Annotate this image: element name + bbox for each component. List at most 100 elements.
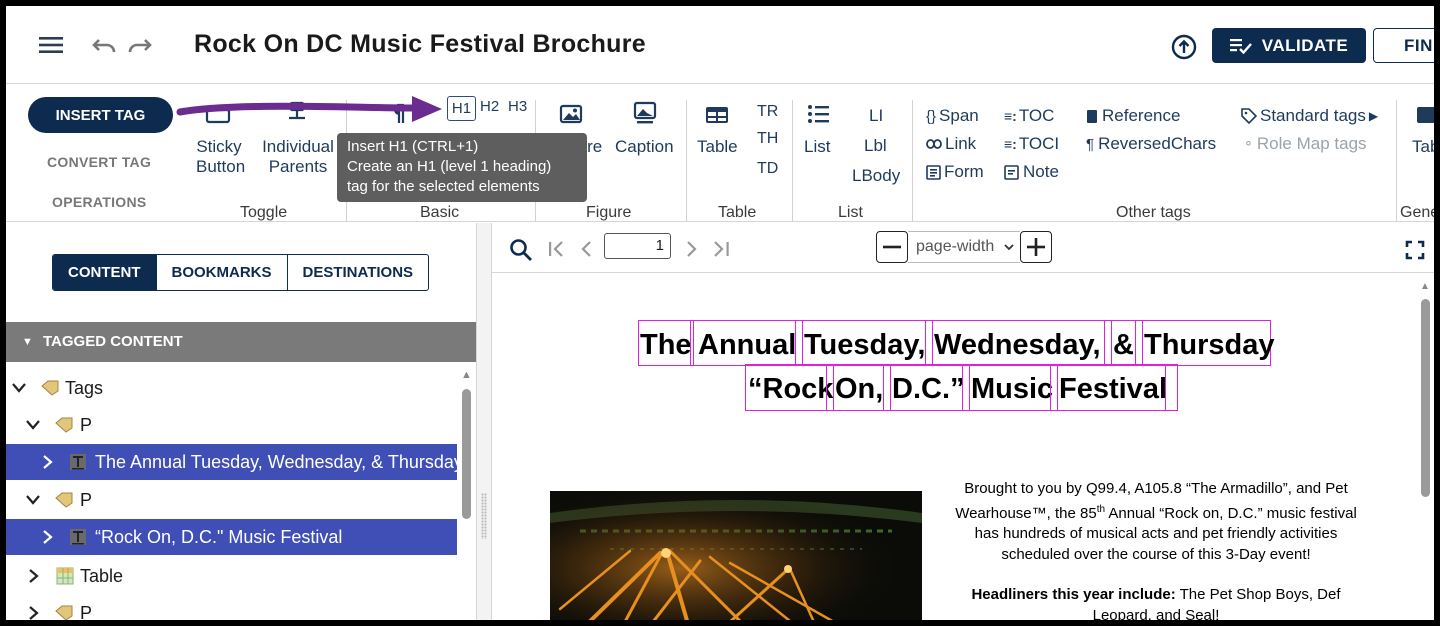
tree-scrollbar[interactable] xyxy=(462,389,471,519)
insert-h2-button[interactable]: H2 xyxy=(480,98,499,115)
tab-bookmarks[interactable]: BOOKMARKS xyxy=(155,255,287,290)
tree-row-table[interactable]: Table xyxy=(6,558,457,594)
tree-label: Tags xyxy=(65,377,104,398)
note-button[interactable]: Note xyxy=(1004,162,1059,182)
last-page-icon[interactable] xyxy=(710,237,732,261)
redo-icon[interactable] xyxy=(124,33,154,57)
toci-button[interactable]: ≡: TOCI xyxy=(1004,134,1059,154)
role-map-icon: ⚬ xyxy=(1243,136,1254,151)
reference-label: Reference xyxy=(1102,106,1181,125)
chevron-right-icon[interactable] xyxy=(43,455,53,469)
operations-tab[interactable]: OPERATIONS xyxy=(52,194,147,210)
heading-word: Tuesday, xyxy=(804,329,926,361)
scroll-up-icon[interactable]: ▲ xyxy=(1420,281,1430,292)
list-button[interactable]: List xyxy=(804,137,830,157)
tree-row-tags[interactable]: Tags xyxy=(6,370,457,406)
tab-destinations[interactable]: DESTINATIONS xyxy=(286,255,429,290)
heading-word: The xyxy=(640,329,692,361)
heading-word: Wednesday, xyxy=(934,329,1101,361)
minus-icon xyxy=(883,245,901,249)
convert-tag-tab[interactable]: CONVERT TAG xyxy=(47,154,151,170)
tab-content[interactable]: CONTENT xyxy=(53,255,156,290)
tr-button[interactable]: TR xyxy=(757,103,778,121)
upload-icon[interactable] xyxy=(1170,33,1198,61)
heading-word: On, xyxy=(835,373,884,405)
zoom-out-button[interactable] xyxy=(876,231,908,263)
tab-button[interactable]: Tab xyxy=(1412,137,1434,157)
next-page-icon[interactable] xyxy=(682,237,702,261)
page-number-input[interactable]: 1 xyxy=(604,233,671,259)
chevron-right-icon[interactable] xyxy=(29,606,39,620)
caption-button[interactable]: Caption xyxy=(615,137,674,157)
ordinal-suffix: th xyxy=(1096,503,1106,515)
table-button[interactable]: Table xyxy=(697,137,738,157)
word-separator-box xyxy=(1165,364,1178,411)
prev-page-icon[interactable] xyxy=(576,237,596,261)
zoom-in-button[interactable] xyxy=(1020,231,1052,263)
chevron-right-icon[interactable] xyxy=(29,569,39,583)
link-button[interactable]: Link xyxy=(926,134,976,154)
tree-row-text-selected[interactable]: The Annual Tuesday, Wednesday, & Thursda… xyxy=(6,444,457,480)
standard-tags-menu[interactable]: Standard tags ▶ xyxy=(1241,106,1378,126)
role-map-tags-menu[interactable]: ⚬ Role Map tags xyxy=(1243,134,1367,154)
role-map-label: Role Map tags xyxy=(1256,134,1367,153)
chevron-down-icon[interactable] xyxy=(26,495,40,505)
tagged-content-header[interactable]: ▼ TAGGED CONTENT xyxy=(6,322,476,362)
zoom-select[interactable]: page-width xyxy=(908,231,1020,263)
menu-icon[interactable] xyxy=(36,33,66,57)
lbl-button[interactable]: Lbl xyxy=(864,136,887,156)
word-separator-box xyxy=(962,364,970,411)
td-button[interactable]: TD xyxy=(757,160,778,178)
tree-row-text-selected[interactable]: “Rock On, D.C." Music Festival xyxy=(6,519,457,555)
word-separator-box xyxy=(1050,364,1058,411)
document-viewer: 1 page-width The Annual Tuesday, Wednesd… xyxy=(492,223,1434,620)
find-button[interactable]: FIND xyxy=(1373,28,1434,63)
reference-button[interactable]: Reference xyxy=(1086,106,1180,126)
ribbon-separator xyxy=(792,100,793,222)
tree-row-p[interactable]: P xyxy=(6,407,457,443)
viewer-scrollbar[interactable] xyxy=(1421,299,1430,497)
insert-tag-button[interactable]: INSERT TAG xyxy=(28,97,173,133)
toc-button[interactable]: ≡: TOC xyxy=(1004,106,1054,126)
reversedchars-button[interactable]: ¶ ReversedChars xyxy=(1086,134,1216,154)
reversedchars-label: ReversedChars xyxy=(1098,134,1217,153)
h1-tooltip: Insert H1 (CTRL+1) Create an H1 (level 1… xyxy=(337,133,587,202)
chevron-down-icon[interactable] xyxy=(12,383,26,393)
headliners-label: Headliners this year include: xyxy=(971,586,1176,603)
heading-word: Annual xyxy=(698,329,797,361)
zoom-value: page-width xyxy=(916,238,995,255)
search-icon[interactable] xyxy=(508,237,534,263)
panel-tabs: CONTENT BOOKMARKS DESTINATIONS xyxy=(52,254,430,291)
scroll-up-icon[interactable]: ▲ xyxy=(461,369,472,381)
heading-word: Festival xyxy=(1059,373,1167,405)
panel-resize-handle[interactable] xyxy=(476,223,492,620)
undo-icon[interactable] xyxy=(90,33,120,57)
toc-label: TOC xyxy=(1018,106,1055,125)
individual-parents-toggle[interactable]: Individual Parents xyxy=(258,137,338,177)
li-button[interactable]: LI xyxy=(869,106,883,126)
insert-h3-button[interactable]: H3 xyxy=(508,98,527,115)
first-page-icon[interactable] xyxy=(546,237,568,261)
form-button[interactable]: Form xyxy=(926,162,984,182)
plus-icon xyxy=(1027,238,1045,256)
tree-row-p[interactable]: P xyxy=(6,482,457,518)
th-button[interactable]: TH xyxy=(757,130,778,148)
span-button[interactable]: {} Span xyxy=(926,106,979,126)
insert-h1-button[interactable]: H1 xyxy=(447,96,476,121)
chevron-down-icon[interactable] xyxy=(26,420,40,430)
ribbon-separator xyxy=(1396,100,1397,222)
chevron-right-icon[interactable] xyxy=(43,530,53,544)
tree-label: The Annual Tuesday, Wednesday, & Thursda… xyxy=(95,451,457,472)
form-icon xyxy=(926,164,941,180)
fullscreen-icon[interactable] xyxy=(1404,239,1426,261)
validate-button[interactable]: VALIDATE xyxy=(1212,28,1366,63)
chevron-down-icon xyxy=(1004,244,1014,251)
tree-row-p[interactable]: P xyxy=(6,595,457,620)
note-icon xyxy=(1004,164,1019,180)
ribbon-separator xyxy=(912,100,913,222)
caption-icon xyxy=(632,100,658,126)
sticky-button-toggle[interactable]: Sticky Button xyxy=(196,137,245,177)
tab-icon xyxy=(1416,104,1434,126)
ribbon-toolbar: INSERT TAG CONVERT TAG OPERATIONS Sticky… xyxy=(6,84,1434,222)
lbody-button[interactable]: LBody xyxy=(852,166,900,186)
